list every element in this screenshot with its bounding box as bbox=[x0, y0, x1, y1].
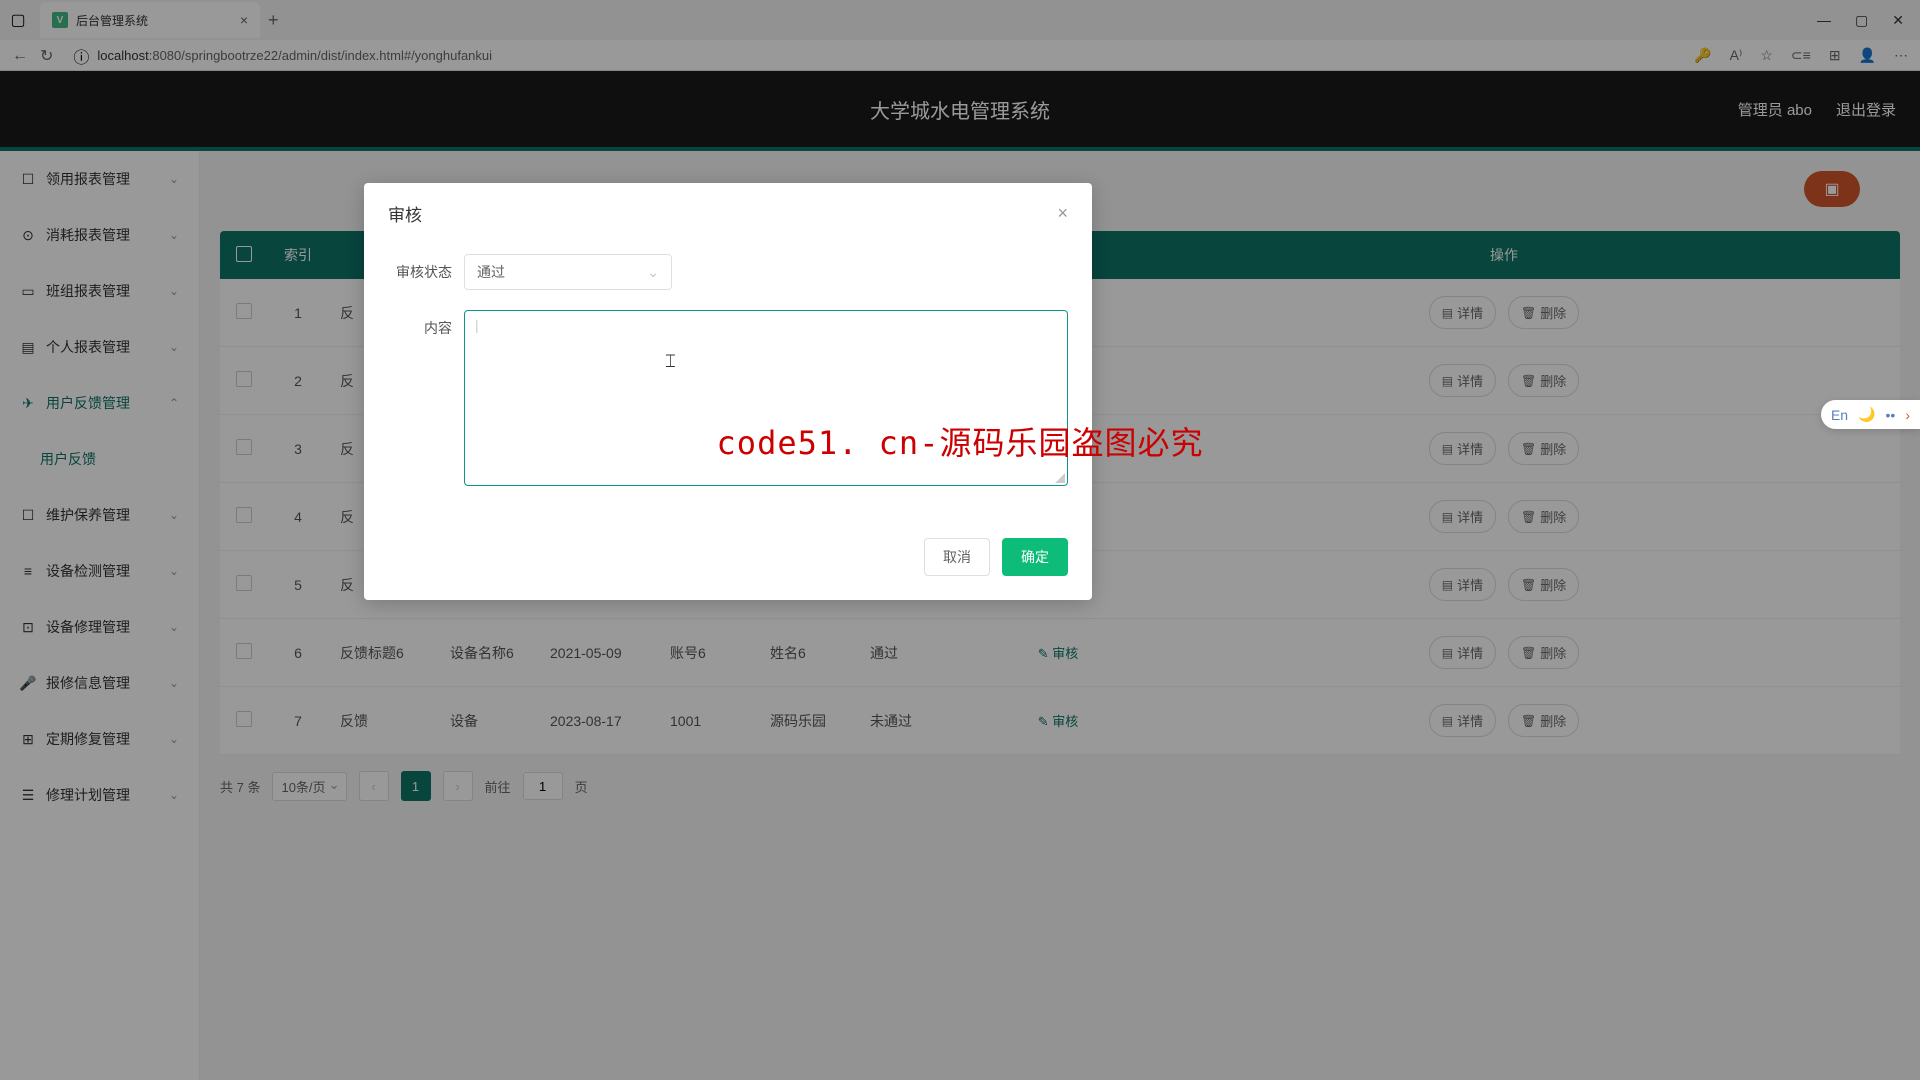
moon-icon: 🌙 bbox=[1858, 406, 1875, 423]
text-cursor-icon: ⌶ bbox=[665, 351, 676, 372]
ime-lang: En bbox=[1831, 407, 1848, 423]
status-select[interactable]: 通过 ⌄ bbox=[464, 254, 672, 290]
chevron-right-icon: › bbox=[1905, 407, 1910, 423]
ime-toolbar[interactable]: En 🌙 •• › bbox=[1821, 400, 1920, 429]
status-label: 审核状态 bbox=[388, 254, 464, 282]
chevron-down-icon: ⌄ bbox=[647, 264, 659, 281]
content-textarea[interactable]: | ⌶ bbox=[464, 310, 1068, 486]
confirm-button[interactable]: 确定 bbox=[1002, 538, 1068, 576]
content-label: 内容 bbox=[388, 310, 464, 338]
audit-modal: 审核 × 审核状态 通过 ⌄ 内容 | ⌶ 取消 确定 bbox=[364, 183, 1092, 600]
modal-title: 审核 bbox=[388, 201, 422, 226]
close-icon[interactable]: × bbox=[1057, 203, 1068, 224]
dots-icon: •• bbox=[1886, 407, 1896, 423]
cancel-button[interactable]: 取消 bbox=[924, 538, 990, 576]
